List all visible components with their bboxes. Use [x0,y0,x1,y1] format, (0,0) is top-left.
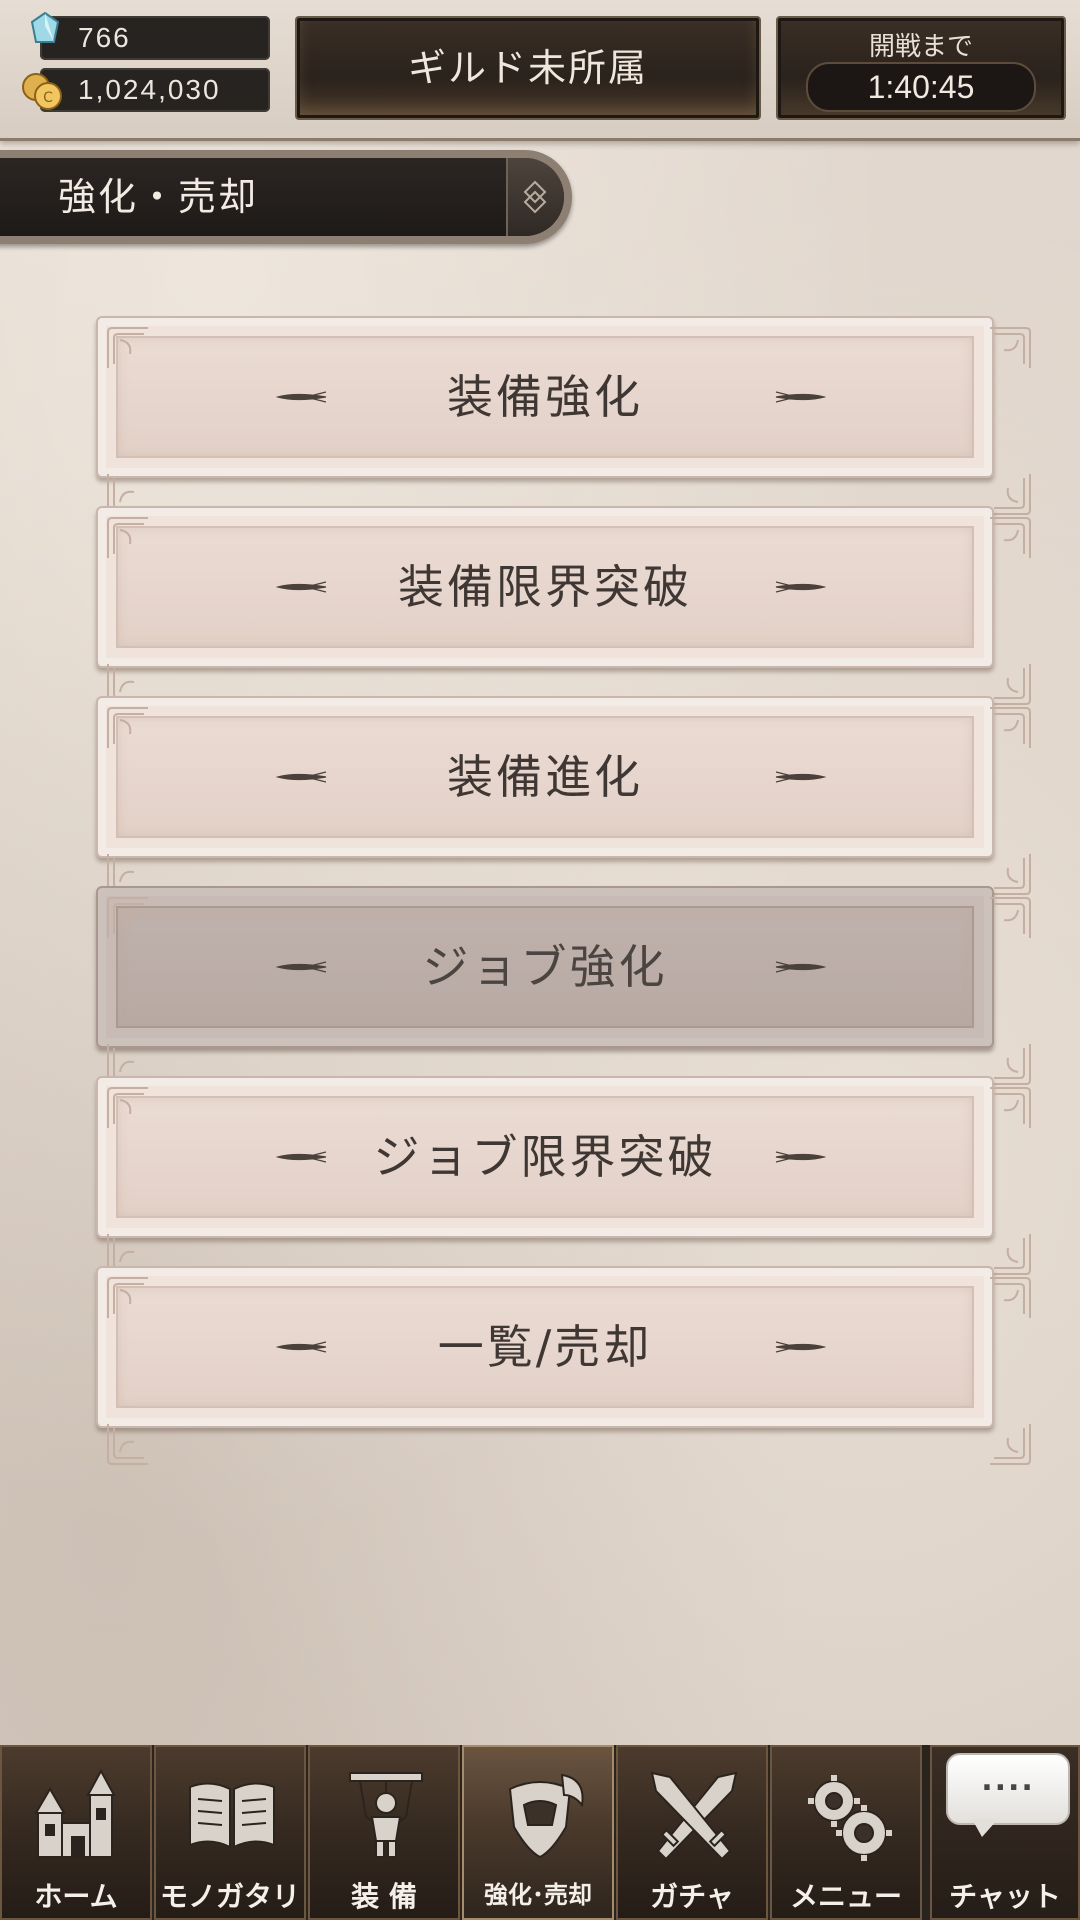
guild-button[interactable]: ギルド未所属 [295,16,761,120]
section-toggle[interactable] [506,158,564,236]
nav-tab-gacha[interactable]: ガチャ [616,1745,768,1920]
crystal-icon [30,12,60,43]
nav-tab-label: メニュー [789,1880,902,1913]
nav-tab-menu[interactable]: メニュー [770,1745,922,1920]
castle-icon [34,1768,116,1858]
bottom-navigation: ホーム モノガタリ 装 備 強化･売却 ガチャ メニュー .... チャット [0,1745,1080,1920]
nav-tab-label: 装 備 [351,1880,417,1913]
chat-bubble-icon: .... [946,1753,1070,1825]
gears-icon [808,1775,892,1861]
menu-button-label: 装備強化 [447,370,643,424]
chat-bubble-dots: .... [981,1763,1035,1798]
nav-tab-label: モノガタリ [159,1880,300,1913]
crossed-swords-icon [650,1771,738,1861]
gem-counter: 766 [30,12,270,60]
menu-button-label: ジョブ限界突破 [373,1130,717,1184]
chat-label: チャット [949,1880,1061,1913]
page-title: 強化・売却 [58,175,259,219]
battle-countdown-label: 開戦まで [868,32,973,62]
chat-button[interactable]: .... チャット [930,1745,1080,1920]
coins-icon: C [22,73,62,110]
svg-text:C: C [43,90,53,106]
menu-button-label: ジョブ強化 [422,940,668,994]
menu-button-label: 装備進化 [447,750,643,804]
menu-button[interactable]: 装備進化 [96,696,1031,895]
battle-countdown[interactable]: 開戦まで 1:40:45 [776,16,1066,120]
battle-countdown-timer: 1:40:45 [806,62,1036,112]
gem-count: 766 [78,22,131,53]
guild-status-label: ギルド未所属 [407,46,648,90]
diamond-ornament-icon [523,180,547,214]
shield-helmet-icon [508,1773,584,1859]
menu-button[interactable]: ジョブ限界突破 [96,1076,1031,1275]
top-status-bar: 766 C 1,024,030 ギルド未所属 開戦まで 1:40:45 [0,0,1080,141]
nav-tab-equipment[interactable]: 装 備 [308,1745,460,1920]
nav-tab-home[interactable]: ホーム [0,1745,152,1920]
nav-tab-label: ホーム [34,1880,118,1913]
chat-bubble-tail [972,1819,998,1837]
menu-button[interactable]: 一覧/売却 [96,1266,1031,1465]
coin-count: 1,024,030 [78,74,221,105]
marionette-icon [349,1772,423,1858]
nav-tab-enhance-sell[interactable]: 強化･売却 [462,1745,614,1920]
menu-button-label: 装備限界突破 [398,560,692,614]
menu-button[interactable]: ジョブ強化 [96,886,1031,1085]
nav-tab-label: ガチャ [650,1880,734,1913]
menu-button[interactable]: 装備限界突破 [96,506,1031,705]
menu-button[interactable]: 装備強化 [96,316,1031,515]
section-header: 強化・売却 [0,150,572,244]
book-icon [189,1782,275,1849]
nav-tab-story[interactable]: モノガタリ [154,1745,306,1920]
nav-tab-label: 強化･売却 [484,1881,592,1909]
menu-button-label: 一覧/売却 [437,1320,653,1374]
coin-counter: C 1,024,030 [22,68,270,112]
